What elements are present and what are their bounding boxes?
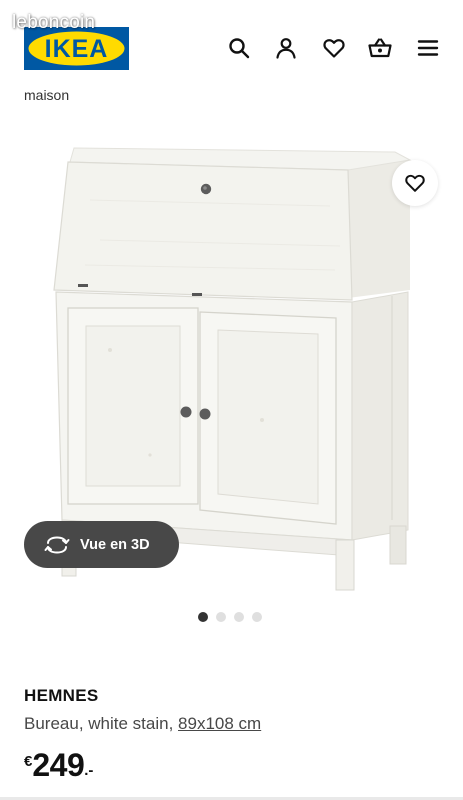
gallery-dot-2[interactable] <box>216 612 226 622</box>
price-integer: 249 <box>32 747 85 783</box>
product-description: Bureau, white stain, 89x108 cm <box>24 714 261 734</box>
watermark: leboncoin <box>12 12 96 33</box>
heart-icon[interactable] <box>322 36 346 60</box>
user-icon[interactable] <box>274 36 298 60</box>
product-price: € 249 .- <box>24 745 93 785</box>
gallery-dot-3[interactable] <box>234 612 244 622</box>
product-name: HEMNES <box>24 686 99 705</box>
view-in-3d-label: Vue en 3D <box>80 536 150 553</box>
product-type: Bureau, white stain, <box>24 714 179 733</box>
breadcrumb-peek-text: maison <box>24 87 70 103</box>
add-to-favourites-button[interactable] <box>392 160 438 206</box>
price-currency: € <box>24 753 33 770</box>
gallery-pagination <box>198 612 262 622</box>
rotate-3d-icon <box>44 536 70 553</box>
heart-icon <box>405 174 425 192</box>
search-icon[interactable] <box>227 36 251 60</box>
gallery-dot-1[interactable] <box>198 612 208 622</box>
breadcrumb-peek: maison <box>24 86 69 106</box>
gallery-dot-4[interactable] <box>252 612 262 622</box>
product-page: leboncoin IKEA maison Vue en 3D HEMNES B… <box>0 0 463 800</box>
price-decimal: .- <box>84 762 94 779</box>
product-dimensions-link[interactable]: 89x108 cm <box>178 714 261 733</box>
logo-text: IKEA <box>45 35 109 63</box>
basket-icon[interactable] <box>368 36 392 60</box>
menu-icon[interactable] <box>416 36 440 60</box>
view-in-3d-button[interactable]: Vue en 3D <box>24 521 179 568</box>
